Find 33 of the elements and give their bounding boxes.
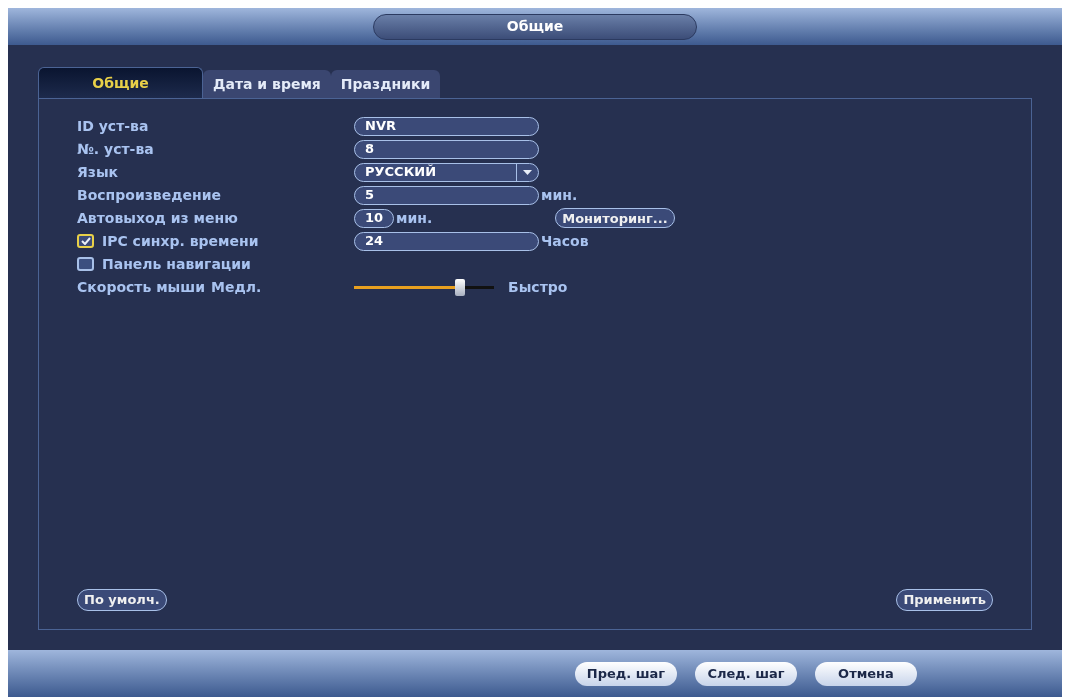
caret-icon xyxy=(523,169,532,175)
input-field[interactable]: 5 xyxy=(354,185,539,205)
button[interactable]: Отмена xyxy=(815,661,917,686)
field-label: ID уст-ва xyxy=(77,116,149,136)
input-field[interactable]: NVR xyxy=(354,116,539,136)
unit-label: мин. xyxy=(541,185,578,205)
monitoring-button[interactable]: Мониторинг... xyxy=(555,208,675,228)
slider-thumb[interactable] xyxy=(455,278,466,296)
tab[interactable]: Дата и время xyxy=(203,70,331,98)
window-title: Общие xyxy=(373,13,697,40)
field-label: Автовыход из меню xyxy=(77,208,238,228)
button[interactable]: След. шаг xyxy=(695,661,797,686)
slider-max-label: Быстро xyxy=(508,277,568,297)
field-label: Язык xyxy=(77,162,119,182)
slider-min-label: Медл. xyxy=(211,277,263,297)
field-label: №. уст-ва xyxy=(77,139,154,159)
input-field[interactable]: 24 xyxy=(354,231,539,251)
tab[interactable]: Общие xyxy=(38,67,203,98)
checkbox[interactable] xyxy=(77,257,94,271)
unit-label: Часов xyxy=(541,231,589,251)
checkbox[interactable] xyxy=(77,234,94,248)
dropdown[interactable]: РУССКИЙ xyxy=(354,162,539,182)
button[interactable]: Применить xyxy=(896,589,993,611)
field-label: Скорость мыши xyxy=(77,277,206,297)
button[interactable]: Пред. шаг xyxy=(575,661,677,686)
button[interactable]: По умолч. xyxy=(77,589,167,611)
tab[interactable]: Праздники xyxy=(330,70,441,98)
field-label: IPC синхр. времени xyxy=(102,231,259,251)
field-label: Панель навигации xyxy=(102,254,251,274)
field-label: Воспроизведение xyxy=(77,185,221,205)
input-field[interactable]: 10 xyxy=(354,208,394,228)
unit-label: мин. xyxy=(396,208,433,228)
input-field[interactable]: 8 xyxy=(354,139,539,159)
